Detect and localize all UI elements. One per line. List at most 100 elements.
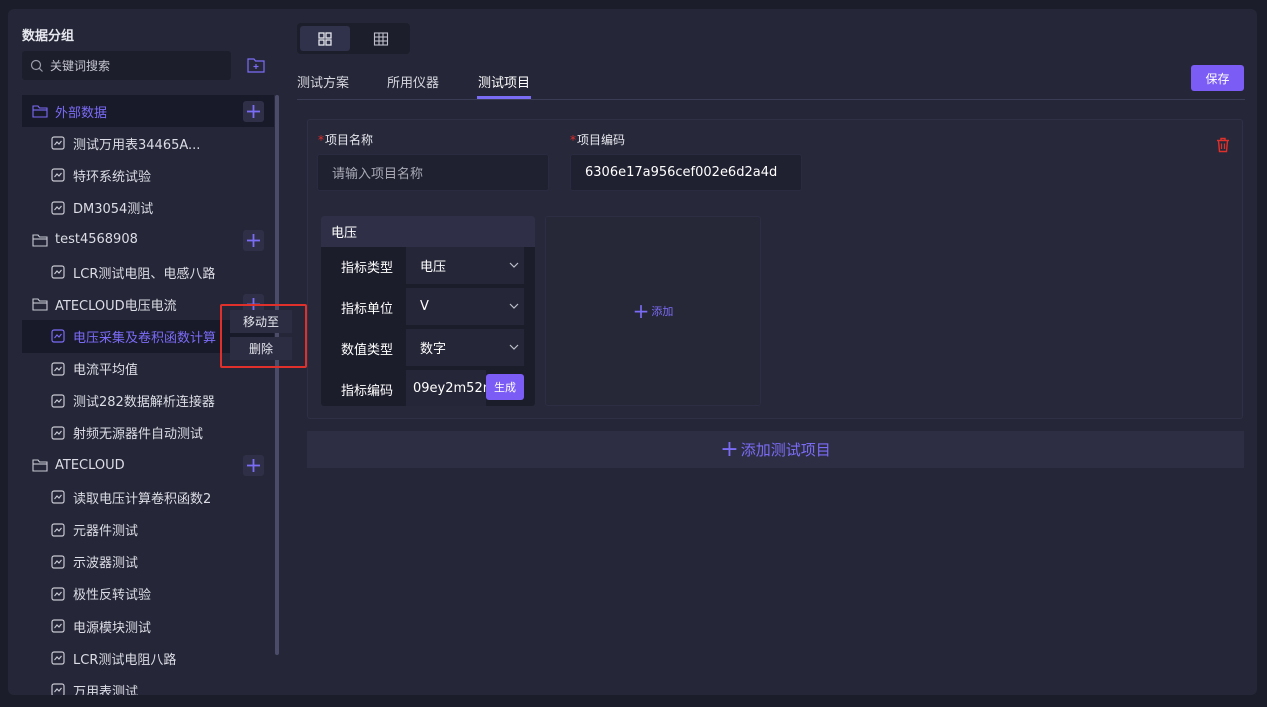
chevron-down-icon <box>509 344 519 350</box>
tree-item[interactable]: 元器件测试 <box>22 513 274 545</box>
chart-file-icon <box>50 328 66 344</box>
item-name-input[interactable]: 请输入项目名称 <box>317 154 549 191</box>
tree-label: 电流平均值 <box>73 363 139 379</box>
metric-unit-row: 指标单位 V <box>321 288 535 325</box>
chart-file-icon <box>50 264 66 280</box>
add-icon[interactable] <box>243 455 264 477</box>
add-test-item-button[interactable]: + 添加测试项目 <box>307 431 1244 468</box>
chart-file-icon <box>50 489 66 505</box>
chart-file-icon <box>50 554 66 570</box>
search-input[interactable]: 关键词搜索 <box>22 51 231 80</box>
add-icon[interactable] <box>243 101 264 122</box>
chart-file-icon <box>50 200 66 216</box>
required-mark: * <box>318 133 324 147</box>
item-code-label: *项目编码 <box>570 133 626 147</box>
tree-item[interactable]: 测试万用表34465A... <box>22 127 274 159</box>
tree-item[interactable]: 电源模块测试 <box>22 610 274 642</box>
delete-menu-item[interactable]: 删除 <box>230 337 292 360</box>
add-metric-button[interactable]: + 添加 <box>545 216 761 406</box>
tab-instruments[interactable]: 所用仪器 <box>387 72 439 91</box>
chart-file-icon <box>50 650 66 666</box>
move-to-menu-item[interactable]: 移动至 <box>230 310 292 333</box>
tree-item[interactable]: 特环系统试验 <box>22 159 274 191</box>
tree-label: 外部数据 <box>55 105 108 121</box>
add-icon[interactable] <box>243 229 264 251</box>
tree-label: 测试万用表34465A... <box>73 137 201 153</box>
chart-file-icon <box>50 361 66 377</box>
plus-icon: + <box>632 299 650 323</box>
tree-label: LCR测试电阻、电感八路 <box>73 266 216 282</box>
chart-file-icon <box>50 425 66 441</box>
generate-button[interactable]: 生成 <box>486 374 524 400</box>
metric-unit-label: 指标单位 <box>341 302 394 317</box>
value-type-row: 数值类型 数字 <box>321 329 535 366</box>
metric-type-row: 指标类型 电压 <box>321 247 535 284</box>
tree-label: 极性反转试验 <box>73 588 152 604</box>
tab-test-plan[interactable]: 测试方案 <box>297 72 349 91</box>
tree-item[interactable]: DM3054测试 <box>22 192 274 224</box>
tree-group[interactable]: ATECLOUD <box>22 449 274 481</box>
item-name-label: *项目名称 <box>318 133 374 147</box>
metric-title: 电压 <box>321 216 535 247</box>
table-icon <box>373 31 389 46</box>
tree-item[interactable]: 示波器测试 <box>22 546 274 578</box>
tree-item[interactable]: 测试282数据解析连接器 <box>22 385 274 417</box>
tree-label: test4568908 <box>55 232 138 248</box>
tree-label: 特环系统试验 <box>73 169 152 185</box>
new-folder-button[interactable] <box>243 52 269 78</box>
tree-label: 万用表测试 <box>73 684 139 695</box>
tab-test-items[interactable]: 测试项目 <box>478 72 530 91</box>
tree-item[interactable]: LCR测试电阻、电感八路 <box>22 256 274 288</box>
save-button[interactable]: 保存 <box>1191 65 1244 91</box>
tree-item[interactable]: 万用表测试 <box>22 674 274 695</box>
tree-item[interactable]: 读取电压计算卷积函数2 <box>22 481 274 513</box>
chevron-down-icon <box>509 262 519 268</box>
group-tree: 外部数据测试万用表34465A... 特环系统试验 DM3054测试 test4568… <box>22 95 274 695</box>
search-placeholder: 关键词搜索 <box>50 59 111 73</box>
folder-icon <box>32 232 48 248</box>
tree-label: 电源模块测试 <box>73 620 152 636</box>
item-code-input[interactable]: 6306e17a956cef002e6d2a4d <box>570 154 802 191</box>
trash-icon[interactable] <box>1214 136 1232 154</box>
table-view-button[interactable] <box>356 26 406 51</box>
folder-icon <box>32 296 48 312</box>
chart-file-icon <box>50 522 66 538</box>
chart-file-icon <box>50 586 66 602</box>
tree-label: DM3054测试 <box>73 202 154 218</box>
value-type-label: 数值类型 <box>341 343 394 358</box>
chart-file-icon <box>50 393 66 409</box>
metric-type-label: 指标类型 <box>341 261 394 276</box>
tree-item[interactable]: 射频无源器件自动测试 <box>22 417 274 449</box>
chart-file-icon <box>50 682 66 695</box>
chart-file-icon <box>50 618 66 634</box>
metric-unit-select[interactable]: V <box>406 288 524 325</box>
card-view-button[interactable] <box>300 26 350 51</box>
tree-scrollbar[interactable] <box>275 95 279 655</box>
folder-icon <box>32 457 48 473</box>
tree-label: 测试282数据解析连接器 <box>73 395 215 411</box>
metric-type-select[interactable]: 电压 <box>406 247 524 284</box>
plus-icon: + <box>720 437 739 462</box>
chart-file-icon <box>50 167 66 183</box>
tree-group[interactable]: 外部数据 <box>22 95 274 128</box>
search-icon <box>30 59 43 72</box>
tree-label: 示波器测试 <box>73 556 139 572</box>
value-type-select[interactable]: 数字 <box>406 329 524 366</box>
metric-code-input[interactable]: 09ey2m52m <box>406 370 495 406</box>
tree-item[interactable]: 极性反转试验 <box>22 578 274 610</box>
tree-label: LCR测试电阻八路 <box>73 652 177 668</box>
tree-label: ATECLOUD电压电流 <box>55 298 177 314</box>
grid-four-icon <box>318 31 332 46</box>
tree-group[interactable]: test4568908 <box>22 224 274 256</box>
sidebar-title: 数据分组 <box>22 29 75 44</box>
tree-label: ATECLOUD <box>55 457 125 473</box>
tree-label: 射频无源器件自动测试 <box>73 427 204 443</box>
chevron-down-icon <box>509 303 519 309</box>
metric-code-label: 指标编码 <box>341 384 394 399</box>
required-mark: * <box>570 133 576 147</box>
tree-item[interactable]: LCR测试电阻八路 <box>22 642 274 674</box>
active-tab-indicator <box>477 96 531 99</box>
chart-file-icon <box>50 135 66 151</box>
folder-icon <box>32 103 48 119</box>
folder-add-icon <box>247 58 265 73</box>
